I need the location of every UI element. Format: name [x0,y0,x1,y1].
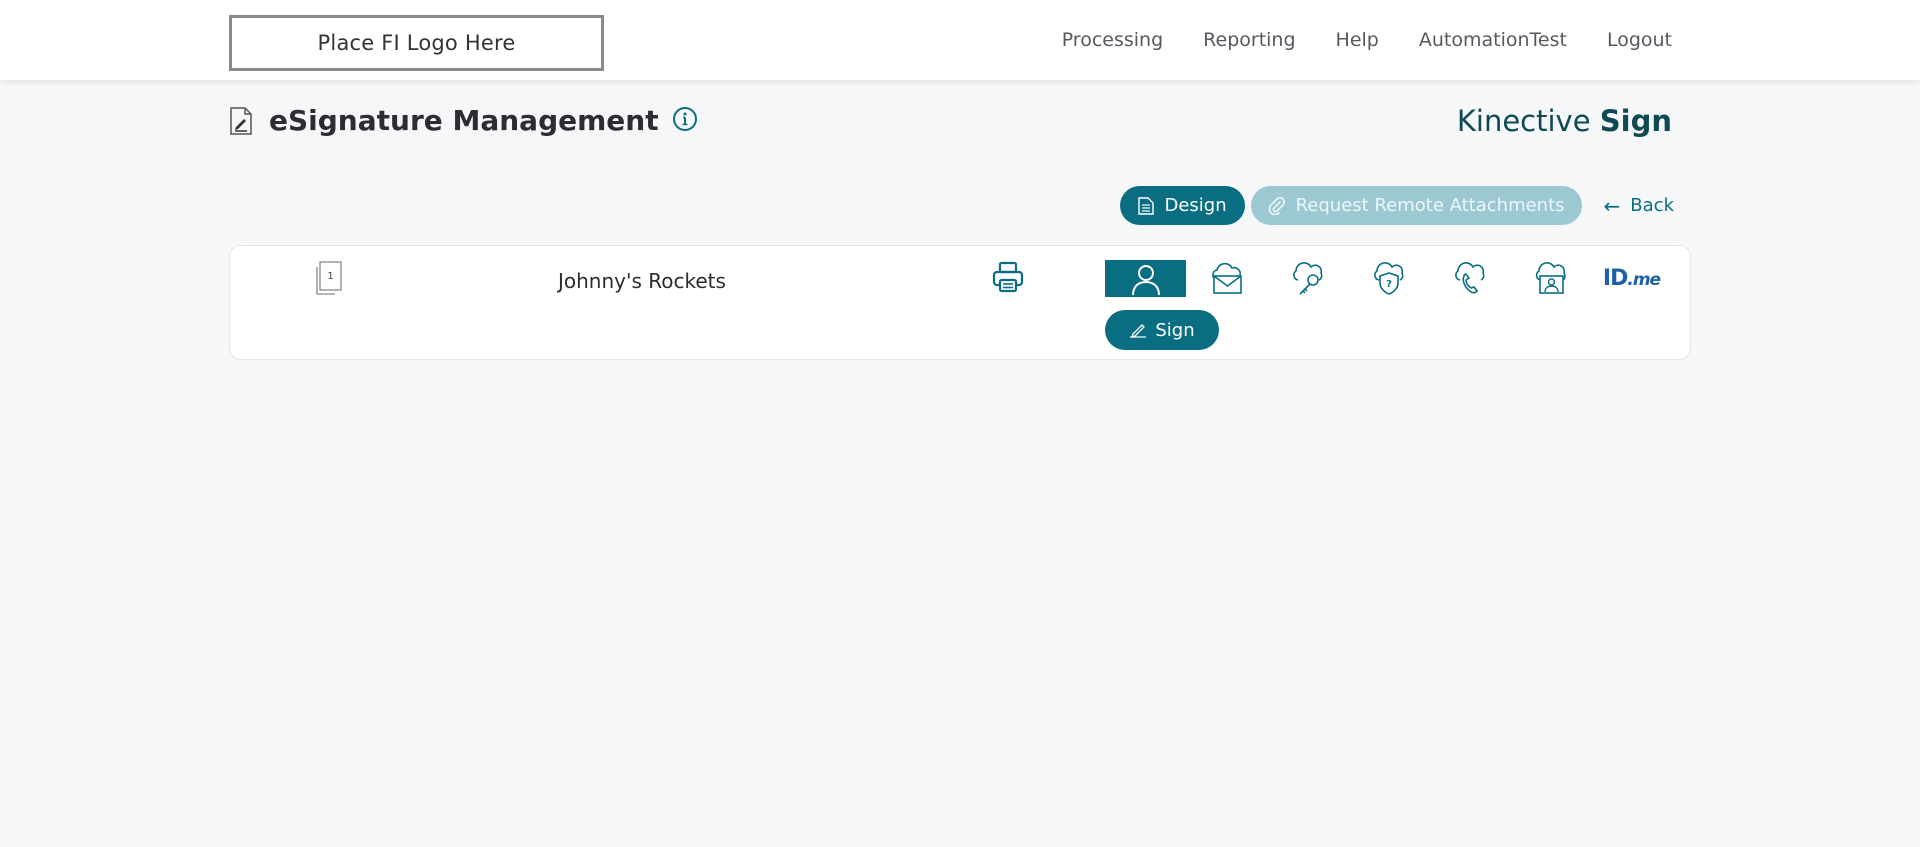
printer-icon[interactable] [991,260,1025,294]
cloud-mail-icon [1211,262,1242,294]
request-remote-attachments-button[interactable]: Request Remote Attachments [1250,186,1582,225]
authentication-methods: ? ID.me [1105,260,1672,297]
page-title-row: eSignature Management [229,104,698,137]
pen-icon [1130,324,1147,338]
back-link[interactable]: ← Back [1604,194,1674,218]
back-arrow-icon: ← [1603,193,1621,218]
auth-phone[interactable] [1429,260,1510,297]
page-count: 1 [327,271,333,282]
brand-light-text: Kinective [1456,104,1600,138]
fi-logo-placeholder[interactable]: Place FI Logo Here [229,15,604,71]
action-bar: Design Request Remote Attachments ← Back [1120,186,1674,225]
cloud-key-icon [1292,261,1322,295]
auth-kba[interactable]: ? [1348,260,1429,297]
auth-passcode[interactable] [1267,260,1348,297]
document-name: Johnny's Rockets [558,269,726,293]
design-button-label: Design [1164,195,1227,216]
request-remote-attachments-label: Request Remote Attachments [1295,195,1565,216]
idme-italic-text: .me [1627,270,1661,290]
person-icon [1131,264,1160,295]
design-button[interactable]: Design [1120,186,1245,225]
idme-bold-text: ID [1602,266,1628,291]
nav-processing[interactable]: Processing [1062,29,1163,51]
main-nav: Processing Reporting Help AutomationTest… [1062,0,1672,80]
cloud-id-icon [1535,261,1566,294]
nav-logout[interactable]: Logout [1607,29,1672,51]
auth-in-person[interactable] [1105,260,1186,297]
kinective-sign-brand: Kinective Sign [1457,104,1672,138]
info-icon[interactable] [672,106,698,132]
paperclip-icon [1268,196,1285,215]
sign-button-label: Sign [1155,319,1195,341]
page-count-icon[interactable]: 1 [314,261,342,295]
back-label: Back [1630,195,1674,216]
nav-reporting[interactable]: Reporting [1203,29,1295,51]
idme-icon: ID.me [1602,266,1661,291]
nav-user-account[interactable]: AutomationTest [1419,29,1567,51]
svg-text:?: ? [1386,279,1392,290]
auth-email[interactable] [1186,260,1267,297]
cloud-phone-icon [1454,261,1484,293]
document-sign-icon [230,106,252,135]
auth-idme[interactable]: ID.me [1591,260,1672,297]
top-navbar: Place FI Logo Here Processing Reporting … [0,0,1920,80]
page-title: eSignature Management [269,104,659,137]
document-row-card: 1 Johnny's Rockets ? ID.me Sign [229,245,1691,360]
cloud-question-icon: ? [1373,261,1403,295]
document-icon [1138,196,1155,215]
brand-bold-text: Sign [1599,104,1672,138]
nav-help[interactable]: Help [1336,29,1379,51]
sign-button[interactable]: Sign [1105,310,1219,350]
auth-id-check[interactable] [1510,260,1591,297]
